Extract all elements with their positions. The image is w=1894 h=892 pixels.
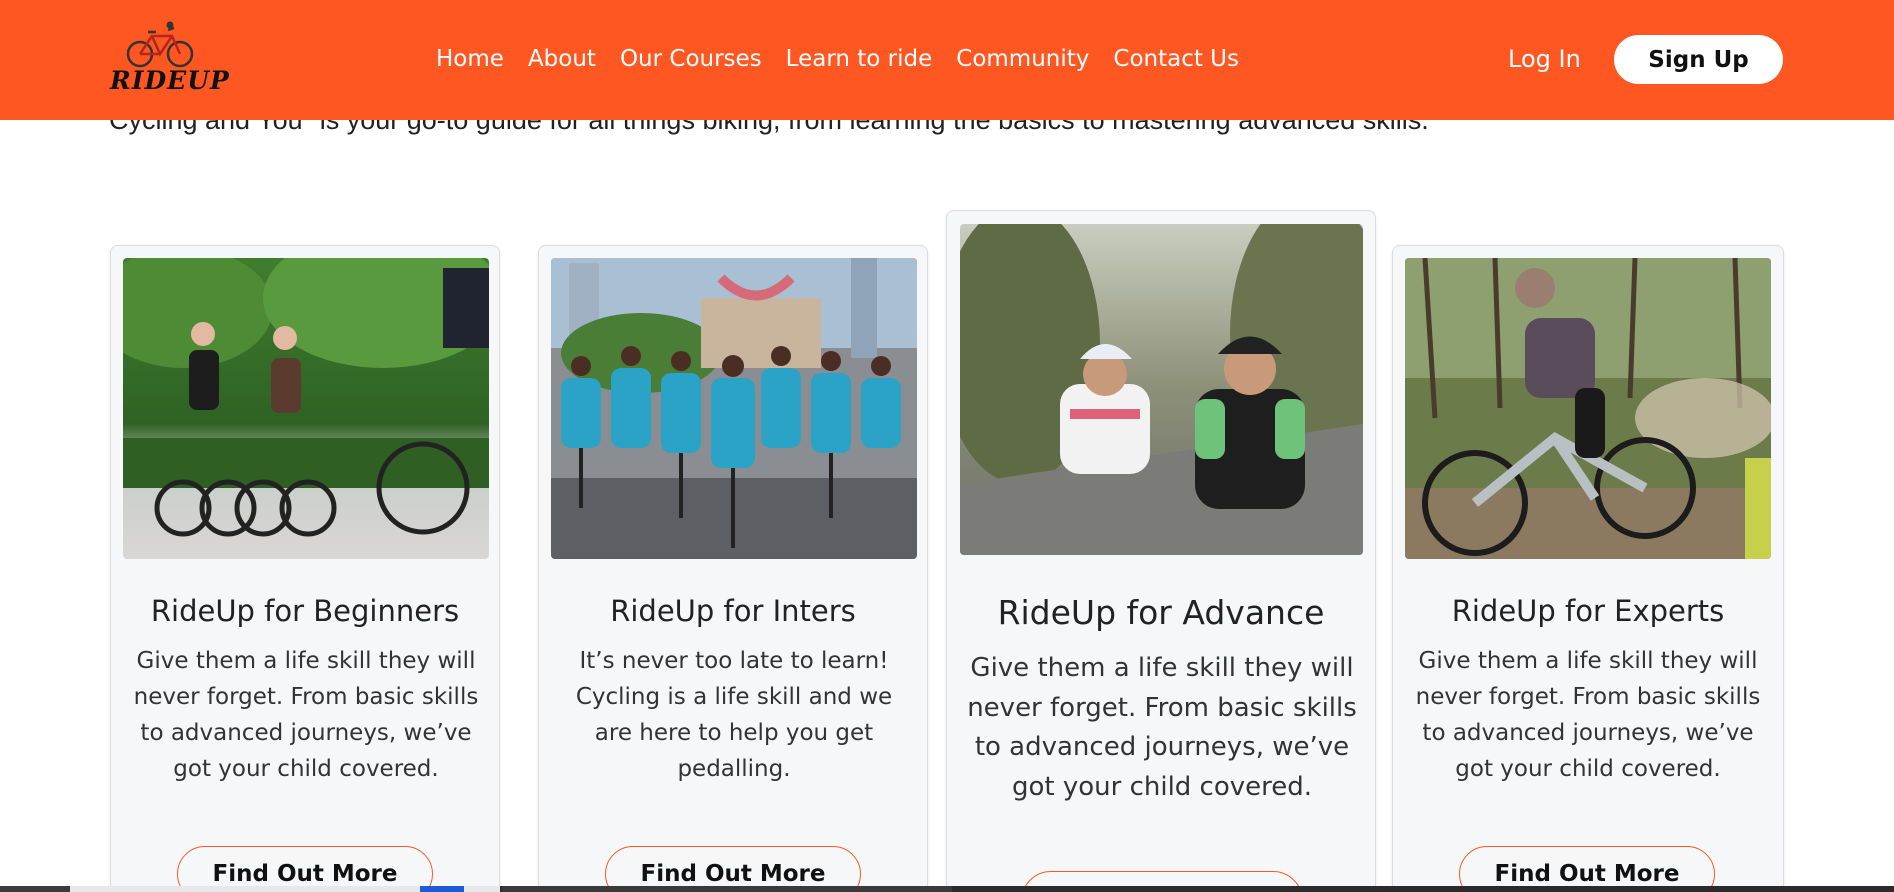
- signup-button[interactable]: Sign Up: [1614, 35, 1783, 84]
- card-title: RideUp for Advance: [997, 593, 1325, 632]
- card-title: RideUp for Inters: [610, 594, 856, 628]
- family-cycling-photo: [123, 258, 489, 559]
- card-title: RideUp for Experts: [1451, 594, 1725, 628]
- nav-our-courses[interactable]: Our Courses: [620, 44, 762, 74]
- card-description: It’s never too late to learn! Cycling is…: [575, 648, 893, 782]
- nav-learn-to-ride[interactable]: Learn to ride: [786, 44, 933, 74]
- nav-about[interactable]: About: [528, 44, 596, 74]
- taskbar-strip: [0, 886, 1894, 892]
- card-description: Give them a life skill they will never f…: [1415, 648, 1761, 782]
- group-ride-photo: [551, 258, 917, 559]
- nav-home[interactable]: Home: [436, 44, 504, 74]
- card-description: Give them a life skill they will never f…: [967, 653, 1357, 802]
- logo-text: RIDEUP: [110, 66, 230, 95]
- course-card-experts: RideUp for Experts Give them a life skil…: [1392, 245, 1784, 892]
- nav-contact-us[interactable]: Contact Us: [1113, 44, 1239, 74]
- main-nav: Home About Our Courses Learn to ride Com…: [436, 44, 1263, 74]
- logo[interactable]: RIDEUP: [110, 20, 230, 96]
- road-cyclists-photo: [960, 224, 1363, 555]
- course-card-inters: RideUp for Inters It’s never too late to…: [538, 245, 928, 892]
- nav-community[interactable]: Community: [956, 44, 1089, 74]
- course-card-beginners: RideUp for Beginners Give them a life sk…: [110, 245, 500, 892]
- card-title: RideUp for Beginners: [150, 594, 460, 628]
- course-card-advance: RideUp for Advance Give them a life skil…: [946, 210, 1376, 892]
- card-description: Give them a life skill they will never f…: [133, 648, 479, 782]
- mountain-biker-photo: [1405, 258, 1771, 559]
- site-header: RIDEUP Home About Our Courses Learn to r…: [0, 0, 1894, 120]
- login-link[interactable]: Log In: [1508, 44, 1581, 74]
- bicycle-logo-icon: [126, 21, 194, 68]
